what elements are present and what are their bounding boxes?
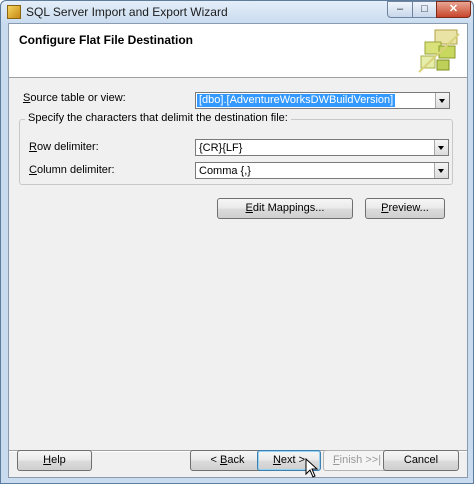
app-icon <box>7 5 21 19</box>
back-button[interactable]: < Back <box>190 450 265 471</box>
cancel-button[interactable]: Cancel <box>383 450 459 471</box>
page-header: Configure Flat File Destination <box>9 24 467 78</box>
source-table-value: [dbo].[AdventureWorksDWBuildVersion] <box>197 94 396 107</box>
chevron-down-icon[interactable] <box>434 140 448 155</box>
chevron-down-icon[interactable] <box>435 93 449 108</box>
chevron-down-icon[interactable] <box>434 163 448 178</box>
source-label: Source table or view: <box>23 92 126 104</box>
wizard-art-icon <box>418 29 460 73</box>
column-delimiter-label: Column delimiter: <box>29 164 115 176</box>
row-delimiter-label: Row delimiter: <box>29 141 99 153</box>
wizard-window: SQL Server Import and Export Wizard – □ … <box>0 0 474 484</box>
client-area: Configure Flat File Destination Source t… <box>8 23 468 478</box>
edit-mappings-button[interactable]: Edit Mappings... <box>217 198 353 219</box>
finish-button: Finish >>| <box>323 450 391 471</box>
row-delimiter-value: {CR}{LF} <box>199 142 243 154</box>
help-button[interactable]: Help <box>17 450 92 471</box>
maximize-button[interactable]: □ <box>412 1 437 18</box>
source-table-combo[interactable]: [dbo].[AdventureWorksDWBuildVersion] <box>195 92 450 109</box>
mouse-pointer-icon <box>305 458 319 478</box>
page-title: Configure Flat File Destination <box>19 33 194 47</box>
preview-button[interactable]: Preview... <box>365 198 445 219</box>
minimize-button[interactable]: – <box>387 1 413 18</box>
row-delimiter-combo[interactable]: {CR}{LF} <box>195 139 449 156</box>
title-bar[interactable]: SQL Server Import and Export Wizard – □ … <box>1 1 473 23</box>
close-button[interactable]: ✕ <box>436 1 471 18</box>
window-title: SQL Server Import and Export Wizard <box>26 5 228 19</box>
column-delimiter-combo[interactable]: Comma {,} <box>195 162 449 179</box>
delimiter-group-title: Specify the characters that delimit the … <box>25 112 291 124</box>
column-delimiter-value: Comma {,} <box>199 165 251 177</box>
